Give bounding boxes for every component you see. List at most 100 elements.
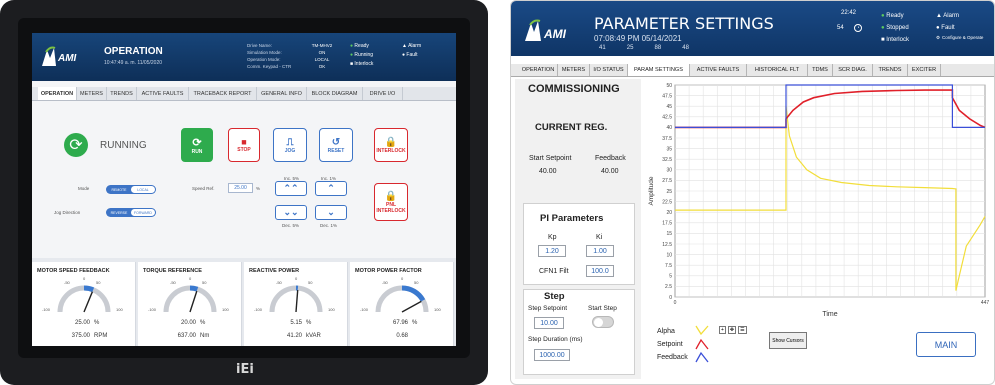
- lock-icon: 🔒: [384, 190, 398, 202]
- tab-drive-io[interactable]: DRIVE I/O: [363, 87, 403, 100]
- stop-button[interactable]: ■ STOP: [228, 128, 260, 162]
- status-list: ● Ready ● Stopped ■ Interlock: [881, 13, 909, 43]
- y-tick-label: 17.5: [662, 221, 672, 227]
- pnl-interlock-button[interactable]: 🔒 PNL INTERLOCK: [374, 183, 408, 221]
- stopped-icon: ●: [881, 25, 885, 31]
- dec5-button[interactable]: ⌄⌄: [275, 205, 307, 220]
- mode-toggle[interactable]: REMOTE LOCAL: [106, 185, 156, 194]
- ami-logo: AMI: [523, 19, 573, 45]
- configure-operate-link[interactable]: ⚙ Configure & Operate: [936, 35, 988, 41]
- main-button[interactable]: MAIN: [916, 332, 976, 357]
- tab-trends[interactable]: TRENDS: [107, 87, 137, 100]
- gauge-card: TORQUE REFERENCE -100 -50 0 50 100 20.00…: [138, 262, 242, 346]
- tab-meters[interactable]: METERS: [558, 64, 590, 76]
- gauge-needle: [83, 291, 94, 313]
- speed-ref-label: Speed Ref.: [192, 186, 215, 191]
- tab-scr-diag[interactable]: SCR DIAG.: [833, 64, 873, 76]
- step-duration-label: Step Duration (ms): [528, 336, 583, 343]
- gauge-tick: -50: [382, 280, 388, 285]
- header-datetime: 10:47:49 a. m. 11/05/2020: [104, 60, 163, 66]
- y-tick-label: 10: [666, 252, 672, 258]
- running-icon: ●: [350, 52, 354, 58]
- reset-icon: ↺: [331, 136, 341, 148]
- tab-traceback-report[interactable]: TRACEBACK REPORT: [189, 87, 257, 100]
- y-axis-label: Amplitude: [648, 176, 655, 205]
- chevron-down-icon: ⌄: [327, 207, 335, 217]
- tab-historical-flt[interactable]: HISTORICAL FLT: [747, 64, 808, 76]
- interlock-button[interactable]: 🔒 INTERLOCK: [374, 128, 408, 162]
- gauge-title: MOTOR SPEED FEEDBACK: [37, 268, 110, 274]
- gauge-value: 0.68: [396, 333, 408, 339]
- plot-tools[interactable]: + ✥ ☰: [719, 326, 751, 334]
- legend-setpoint: Setpoint: [657, 341, 683, 348]
- step-duration-input[interactable]: 1000.00: [534, 349, 570, 361]
- tab-active-faults[interactable]: ACTIVE FAULTS: [690, 64, 747, 76]
- tab-param-settings[interactable]: PARAM SETTINGS: [628, 64, 690, 76]
- gauge-tick: 100: [434, 307, 441, 312]
- show-cursors-button[interactable]: Show Cursors: [769, 332, 807, 349]
- y-tick-label: 25: [666, 189, 672, 195]
- kp-input[interactable]: 1.20: [538, 245, 566, 257]
- y-tick-label: 37.5: [662, 136, 672, 142]
- y-tick-label: 35: [666, 146, 672, 152]
- gauge-value: 375.00: [71, 333, 90, 339]
- ki-input[interactable]: 1.00: [586, 245, 614, 257]
- dec5-label: Dec. 5%: [282, 223, 300, 228]
- gauge-dial: [57, 285, 111, 313]
- lock-icon: 🔒: [384, 136, 398, 148]
- alarm-icon: ▲: [402, 43, 407, 49]
- inc5-button[interactable]: ⌃⌃: [275, 181, 307, 196]
- gauge-tick: 0: [295, 276, 298, 281]
- gauge-percent: 5.15: [290, 320, 302, 326]
- gauge-dial: [375, 285, 429, 313]
- gauge-tick: 100: [222, 307, 229, 312]
- tab-operation[interactable]: OPERATION: [519, 64, 558, 76]
- mode-label: Mode: [78, 186, 90, 191]
- y-tick-label: 7.5: [665, 263, 672, 269]
- gauge-percent: 67.96: [392, 320, 408, 326]
- legend-swatch-alpha: [695, 325, 709, 336]
- y-tick-label: 2.5: [665, 284, 672, 290]
- gauge-percent: 20.00: [180, 320, 196, 326]
- refresh-icon: ⟳: [192, 136, 202, 149]
- cfn1-filt-input[interactable]: 100.0: [586, 265, 614, 277]
- pi-parameters-title: PI Parameters: [540, 213, 604, 224]
- brand-logo: iEi: [236, 362, 254, 377]
- jog-direction-toggle[interactable]: REVERSE FORWARD: [106, 208, 156, 217]
- y-tick-label: 32.5: [662, 157, 672, 163]
- gauge-unit: RPM: [94, 333, 108, 339]
- pulse-icon: ⎍: [286, 136, 294, 148]
- start-step-toggle[interactable]: [592, 316, 614, 328]
- param-tab-bar: OPERATION METERS I/O STATUS PARAM SETTIN…: [511, 64, 994, 77]
- legend-feedback: Feedback: [657, 354, 688, 361]
- tab-trends[interactable]: TRENDS: [873, 64, 908, 76]
- tab-general-info[interactable]: GENERAL INFO: [257, 87, 307, 100]
- speed-ref-input[interactable]: 25.00: [228, 183, 253, 193]
- gauge-unit: Nm: [200, 333, 210, 339]
- tab-io-status[interactable]: I/O STATUS: [590, 64, 628, 76]
- step-setpoint-input[interactable]: 10.00: [534, 317, 564, 329]
- y-tick-label: 47.5: [662, 93, 672, 99]
- jog-direction-label: Jog Direction: [54, 210, 81, 215]
- tab-meters[interactable]: METERS: [77, 87, 107, 100]
- settings-icon: ⚙: [936, 35, 941, 40]
- tab-tdms[interactable]: TDMS: [808, 64, 833, 76]
- y-tick-label: 27.5: [662, 178, 672, 184]
- tab-operation[interactable]: OPERATION: [38, 87, 77, 100]
- start-setpoint-label: Start Setpoint: [529, 155, 572, 162]
- gauge-tick: 0: [401, 276, 404, 281]
- cfn1-filt-label: CFN1 Filt: [539, 268, 569, 275]
- dec1-button[interactable]: ⌄: [315, 205, 347, 220]
- jog-button[interactable]: ⎍ JOG: [273, 128, 307, 162]
- inc1-button[interactable]: ⌃: [315, 181, 347, 196]
- gauge-dial: [269, 285, 323, 313]
- tab-exciter[interactable]: EXCITER: [908, 64, 941, 76]
- gauge-tick: 50: [96, 280, 101, 285]
- run-button[interactable]: ⟳ RUN: [181, 128, 213, 162]
- tab-block-diagram[interactable]: BLOCK DIAGRAM: [307, 87, 363, 100]
- tab-active-faults[interactable]: ACTIVE FAULTS: [137, 87, 189, 100]
- lock-icon: ■: [881, 37, 885, 43]
- gauge-card: REACTIVE POWER -100 -50 0 50 100 5.15 % …: [244, 262, 348, 346]
- fault-icon: ●: [936, 25, 940, 31]
- reset-button[interactable]: ↺ RESET: [319, 128, 353, 162]
